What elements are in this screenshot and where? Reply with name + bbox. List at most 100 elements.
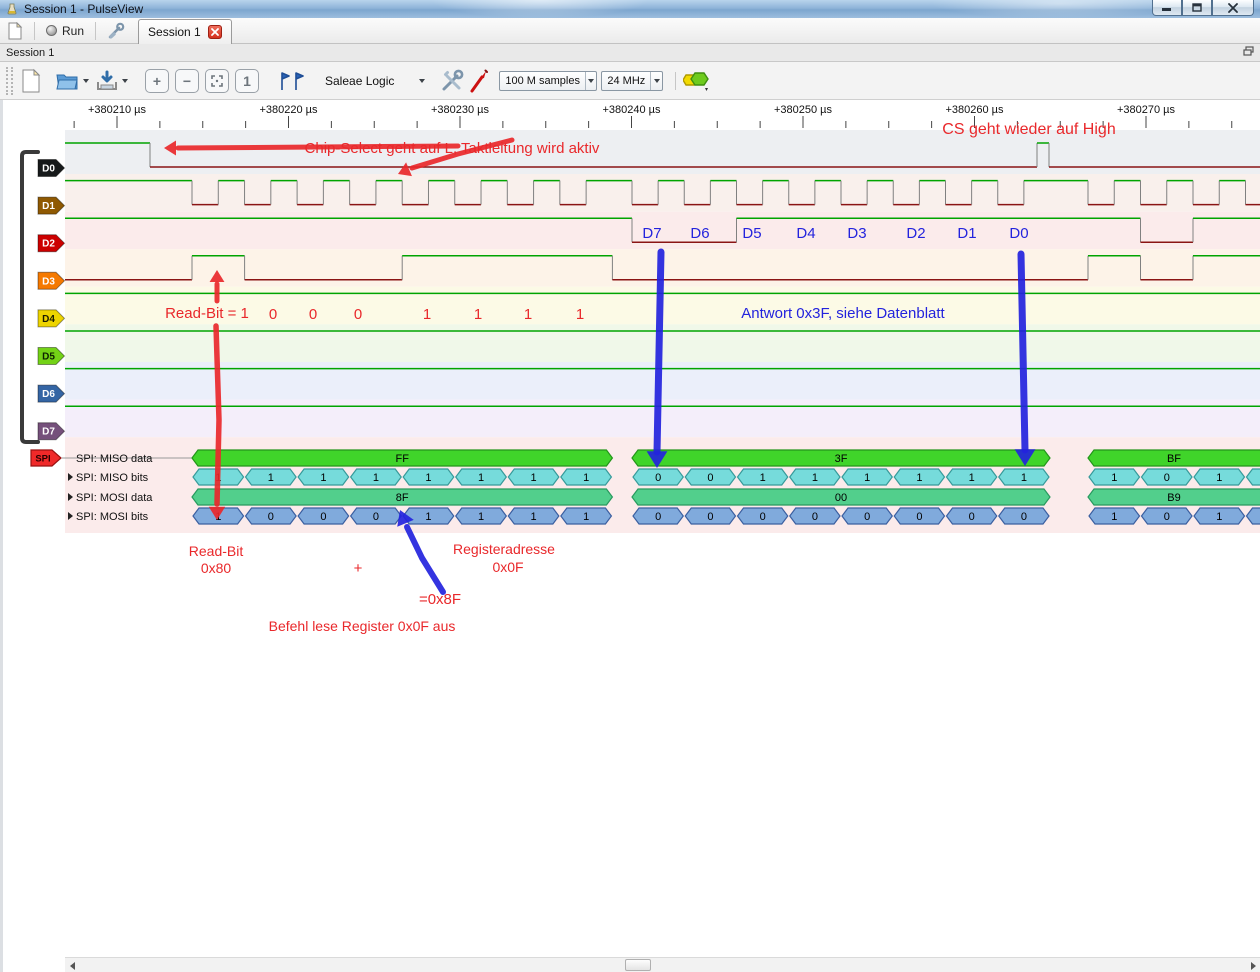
svg-text:0: 0	[1164, 472, 1170, 484]
decoder-row-label[interactable]: SPI: MOSI data	[68, 492, 153, 504]
ruler-tick-label: +380220 µs	[259, 104, 318, 116]
channel-tag-D3[interactable]: D3	[38, 272, 65, 289]
svg-text:1: 1	[1111, 472, 1117, 484]
show-cursors-button[interactable]	[273, 66, 307, 96]
annotation-text: Antwort 0x3F, siehe Datenblatt	[741, 305, 945, 322]
zoom-out-button[interactable]: −	[175, 69, 199, 93]
blue-arrow	[1021, 254, 1025, 450]
channel-tag-D1[interactable]: D1	[38, 197, 65, 214]
h-scrollbar[interactable]	[0, 957, 1260, 972]
annotation-text: 1	[524, 306, 532, 323]
svg-text:0: 0	[320, 511, 326, 523]
maximize-button[interactable]	[1182, 0, 1212, 16]
window-title: Session 1 - PulseView	[24, 2, 143, 16]
ruler-tick-label: +380250 µs	[774, 104, 833, 116]
annotation-text: 0	[354, 306, 362, 323]
channel-tag-D7[interactable]: D7	[38, 423, 65, 440]
float-panel-icon[interactable]	[1243, 46, 1254, 59]
device-select[interactable]: Saleae Logic	[321, 69, 429, 93]
decoder-icon	[683, 69, 711, 93]
channel-tag-D4[interactable]: D4	[38, 310, 65, 327]
svg-text:1: 1	[320, 472, 326, 484]
annotation-text: 0x80	[201, 560, 232, 576]
left-arrow-icon	[70, 962, 75, 970]
decoder-row-label[interactable]: SPI: MISO data	[76, 453, 153, 465]
blue-arrow	[407, 527, 443, 592]
scroll-thumb[interactable]	[625, 959, 651, 971]
session-panel-header: Session 1	[0, 44, 1260, 62]
annotation-text: Read-Bit	[189, 543, 244, 559]
separator	[95, 22, 96, 40]
svg-text:00: 00	[835, 492, 847, 504]
svg-text:FF: FF	[395, 453, 409, 465]
scroll-left-button[interactable]	[65, 959, 79, 972]
toolbar-drag-handle[interactable]	[6, 67, 13, 95]
annotation-text: Befehl lese Register 0x0F aus	[269, 618, 456, 634]
scroll-right-button[interactable]	[1246, 959, 1260, 972]
svg-text:1: 1	[1021, 472, 1027, 484]
annotation-text: 0	[269, 306, 277, 323]
channel-tag-D0[interactable]: D0	[38, 160, 65, 177]
svg-text:D0: D0	[42, 164, 55, 175]
save-file-button[interactable]	[92, 66, 131, 96]
svg-text:SPI: MOSI bits: SPI: MOSI bits	[76, 511, 149, 523]
zoom-fit-button[interactable]	[205, 69, 229, 93]
svg-text:1: 1	[373, 472, 379, 484]
run-button[interactable]: Run	[39, 20, 91, 42]
trace-canvas[interactable]: +380210 µs+380220 µs+380230 µs+380240 µs…	[0, 100, 1260, 957]
svg-text:0: 0	[916, 511, 922, 523]
annotation-text: D3	[847, 225, 866, 242]
configure-device-button[interactable]	[467, 66, 491, 96]
wrench-screwdriver-icon	[440, 69, 464, 93]
plus-icon: +	[153, 73, 161, 89]
zoom-one-to-one-button[interactable]: 1	[235, 69, 259, 93]
settings-button[interactable]	[100, 20, 132, 42]
run-label: Run	[62, 24, 84, 38]
new-session-button[interactable]	[0, 20, 30, 42]
svg-text:SPI: MISO bits: SPI: MISO bits	[76, 472, 149, 484]
chevron-down-icon	[654, 79, 660, 83]
zoom-in-button[interactable]: +	[145, 69, 169, 93]
close-button[interactable]	[1212, 0, 1254, 16]
separator	[34, 22, 35, 40]
configure-channels-button[interactable]	[437, 66, 467, 96]
annotation-text: =0x8F	[419, 591, 461, 608]
sample-count-value: 100 M samples	[500, 75, 585, 87]
svg-text:D1: D1	[42, 201, 55, 212]
svg-text:0: 0	[760, 511, 766, 523]
minimize-button[interactable]	[1152, 0, 1182, 16]
sample-rate-select[interactable]: 24 MHz	[601, 71, 663, 91]
channel-group-bracket	[22, 152, 38, 442]
tab-close-icon[interactable]	[208, 25, 222, 39]
channel-tag-D6[interactable]: D6	[38, 385, 65, 402]
session-toolbar: + − 1 Saleae Logic 100 M samples 24 MHz	[0, 62, 1260, 100]
annotation-text: 0x0F	[492, 559, 523, 575]
channel-tag-D5[interactable]: D5	[38, 348, 65, 365]
open-file-button[interactable]	[53, 66, 92, 96]
chevron-down-icon	[83, 79, 89, 83]
titlebar[interactable]: Session 1 - PulseView	[0, 0, 1260, 18]
new-file-icon	[7, 22, 23, 40]
trace-view[interactable]: +380210 µs+380220 µs+380230 µs+380240 µs…	[0, 100, 1260, 957]
annotation-text: 1	[474, 306, 482, 323]
decoder-tag-spi[interactable]: SPI	[31, 450, 61, 466]
svg-text:SPI: MISO data: SPI: MISO data	[76, 453, 153, 465]
annotation-text: 1	[576, 306, 584, 323]
sample-count-select[interactable]: 100 M samples	[499, 71, 597, 91]
annotation-text: D4	[796, 225, 815, 242]
svg-text:0: 0	[268, 511, 274, 523]
channel-band-D7	[65, 400, 1260, 438]
annotation-text: D7	[642, 225, 661, 242]
svg-text:1: 1	[812, 472, 818, 484]
open-folder-icon	[56, 71, 80, 91]
zoom-fit-icon	[211, 75, 223, 87]
channel-tag-D2[interactable]: D2	[38, 235, 65, 252]
probe-icon	[470, 69, 488, 93]
add-decoder-button[interactable]	[680, 66, 714, 96]
new-view-button[interactable]	[17, 66, 45, 96]
ruler-tick-label: +380230 µs	[431, 104, 490, 116]
scrollbar-track[interactable]	[65, 957, 1260, 972]
tab-session-1[interactable]: Session 1	[138, 19, 232, 44]
decoder-row-label[interactable]: SPI: MISO bits	[68, 472, 149, 484]
decoder-row-label[interactable]: SPI: MOSI bits	[68, 511, 149, 523]
